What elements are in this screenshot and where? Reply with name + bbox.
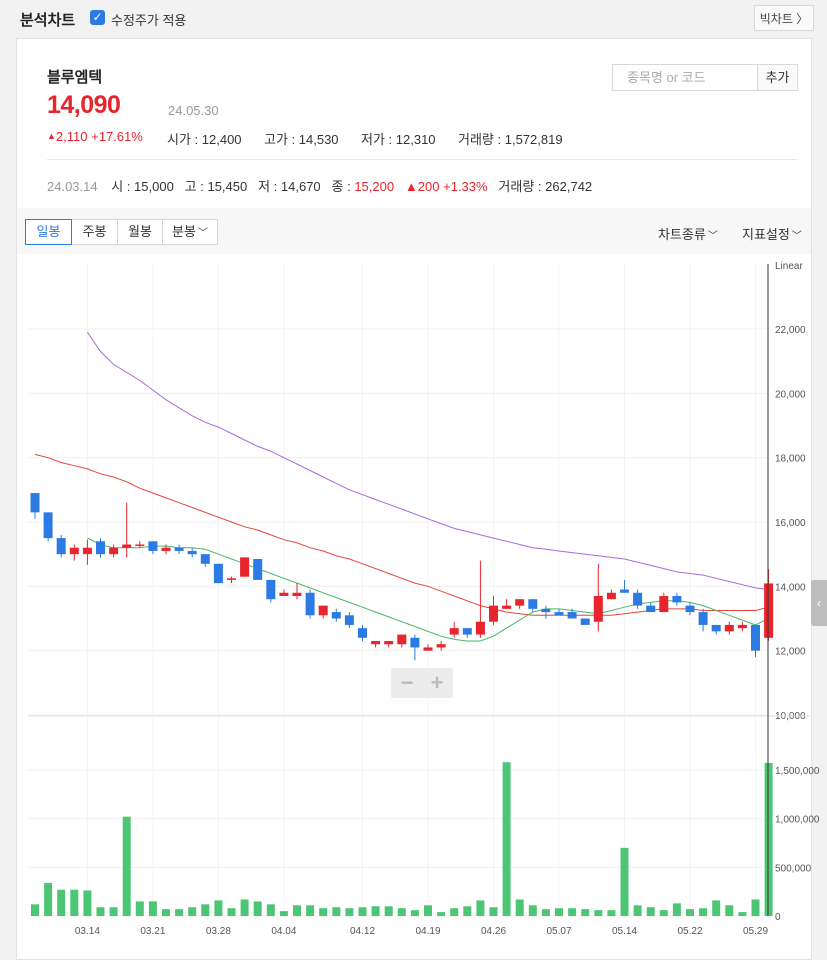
low-label: 저가 (361, 132, 385, 147)
high-label: 고가 (264, 132, 288, 147)
big-chart-button[interactable]: 빅차트 〉 (754, 5, 814, 31)
hover-volume: 262,742 (545, 179, 593, 194)
tab-minute[interactable]: 분봉 ﹀ (162, 219, 218, 245)
high-stat: 고가 : 14,530 (264, 132, 339, 147)
low-value: 12,310 (395, 132, 436, 147)
volume-label: 거래량 (458, 132, 494, 147)
change-rate: +17.61% (91, 129, 143, 144)
volume-stat: 거래량 : 1,572,819 (458, 132, 563, 147)
tab-daily[interactable]: 일봉 (25, 219, 72, 245)
side-panel-toggle[interactable]: ‹ (811, 580, 827, 626)
hover-close-label: 종 (331, 179, 344, 194)
high-value: 14,530 (298, 132, 339, 147)
open-value: 12,400 (201, 132, 242, 147)
chart-type-dropdown[interactable]: 차트종류 ﹀ (658, 224, 718, 243)
hover-low: 14,670 (280, 179, 321, 194)
tab-weekly[interactable]: 주봉 (71, 219, 118, 245)
price-date: 24.05.30 (168, 103, 219, 118)
hover-open: 15,000 (134, 179, 174, 194)
stock-search-input[interactable]: 종목명 or 코드 (612, 64, 758, 91)
hover-low-label: 저 (258, 179, 271, 194)
hover-date: 24.03.14 (47, 179, 98, 194)
current-price: 14,090 (47, 91, 121, 119)
chart-type-label: 차트종류 (658, 227, 706, 242)
divider (47, 159, 797, 160)
hover-day-info: 24.03.14 시 : 15,000 고 : 15,450 저 : 14,67… (47, 179, 593, 194)
stock-name: 블루엠텍 (47, 69, 103, 86)
indicator-settings-dropdown[interactable]: 지표설정 ﹀ (742, 224, 802, 243)
adjusted-price-checkbox[interactable]: ✓ (90, 10, 105, 25)
hover-change-rate: +1.33% (443, 179, 488, 194)
zoom-in-button[interactable]: + (422, 670, 452, 696)
open-stat: 시가 : 12,400 (167, 132, 242, 147)
up-arrow-icon: ▲ (47, 131, 56, 141)
hover-open-label: 시 (111, 179, 124, 194)
hover-up-arrow-icon: ▲ (404, 179, 418, 194)
indicator-label: 지표설정 (742, 227, 790, 242)
hover-high-label: 고 (184, 179, 197, 194)
hover-high: 15,450 (207, 179, 248, 194)
low-stat: 저가 : 12,310 (361, 132, 436, 147)
chevron-left-icon: ‹ (817, 596, 821, 610)
zoom-out-button[interactable]: − (392, 670, 422, 696)
adjusted-price-label[interactable]: 수정주가 적용 (111, 10, 186, 29)
change-amount: 2,110 (55, 129, 88, 144)
add-stock-button[interactable]: 추가 (757, 64, 798, 91)
hover-close: 15,200 (354, 179, 395, 194)
section-title: 분석차트 (20, 12, 76, 29)
tab-monthly[interactable]: 월봉 (117, 219, 163, 245)
chevron-down-icon: ﹀ (791, 231, 802, 242)
price-change: ▲2,110 +17.61% (47, 129, 143, 144)
chevron-down-icon: ﹀ (707, 231, 718, 242)
volume-value: 1,572,819 (504, 132, 563, 147)
period-tabs: 일봉 주봉 월봉 분봉 ﹀ (25, 219, 218, 245)
tab-minute-label: 분봉 (172, 224, 196, 239)
zoom-controls: − + (391, 668, 453, 698)
hover-volume-label: 거래량 (498, 179, 535, 194)
top-bar: 분석차트 ✓ 수정주가 적용 빅차트 〉 (0, 0, 827, 36)
open-label: 시가 (167, 132, 191, 147)
chevron-down-icon: ﹀ (197, 228, 208, 239)
hover-change: 200 (417, 179, 440, 194)
